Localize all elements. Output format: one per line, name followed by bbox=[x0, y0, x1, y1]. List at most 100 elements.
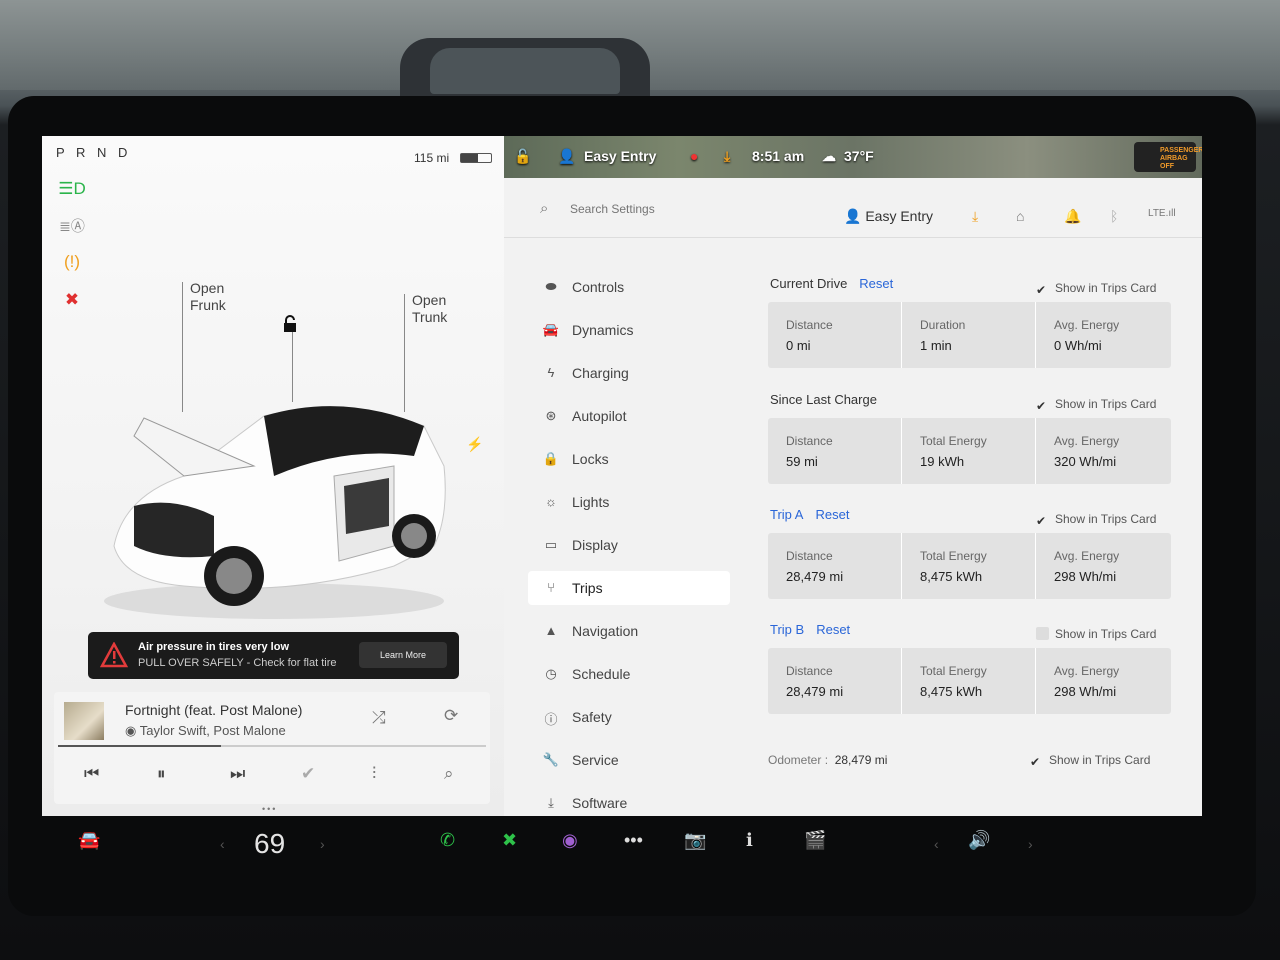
sidebar-item-schedule[interactable]: ◷ Schedule bbox=[528, 657, 730, 691]
display-icon: ▭ bbox=[544, 537, 558, 552]
sidebar-item-charging[interactable]: ϟ Charging bbox=[528, 356, 730, 390]
lte-signal-icon[interactable]: LTE.ıll bbox=[1148, 208, 1176, 219]
sidebar-item-software[interactable]: ⤓ Software bbox=[528, 786, 730, 816]
since-last-charge-show-in-trips-card[interactable]: ✔ Show in Trips Card bbox=[1036, 397, 1156, 413]
album-art[interactable] bbox=[64, 702, 104, 740]
homelink-icon[interactable]: ⌂ bbox=[1016, 208, 1024, 224]
stat-cell: Avg. Energy 320 Wh/mi bbox=[1036, 418, 1170, 484]
odometer-show-in-trips-card[interactable]: ✔ Show in Trips Card bbox=[1030, 753, 1150, 769]
repeat-icon[interactable]: ⟳ bbox=[444, 706, 458, 726]
toggle-icon: ⬬ bbox=[545, 279, 557, 294]
open-trunk-callout[interactable]: Open Trunk bbox=[412, 292, 447, 326]
vehicle-render bbox=[104, 406, 446, 619]
learn-more-button[interactable]: Learn More bbox=[359, 642, 447, 668]
manual-icon[interactable]: ℹ bbox=[746, 830, 753, 851]
charge-port-icon[interactable]: ⚡ bbox=[466, 436, 483, 453]
car-icon: 🚘 bbox=[542, 322, 560, 337]
update-download-icon[interactable]: ⤓ bbox=[724, 148, 730, 165]
current-drive-header: Current Drive Reset bbox=[770, 276, 893, 291]
equalizer-icon[interactable]: ⫶ bbox=[372, 764, 376, 784]
song-title: Fortnight (feat. Post Malone) bbox=[125, 702, 303, 718]
current-drive-show-in-trips-card[interactable]: ✔ Show in Trips Card bbox=[1036, 281, 1156, 297]
stat-value: 28,479 mi bbox=[786, 684, 844, 699]
stat-label: Distance bbox=[786, 549, 833, 563]
status-bar: 🔓 👤 Easy Entry ● ⤓ 8:51 am ☁ 37°F PASSEN… bbox=[504, 136, 1202, 178]
trip-b-reset-button[interactable]: Reset bbox=[816, 622, 850, 637]
app-launcher-icon[interactable]: ✖ bbox=[502, 830, 517, 851]
trip-a-show-in-trips-card[interactable]: ✔ Show in Trips Card bbox=[1036, 512, 1156, 528]
more-apps-icon[interactable]: ••• bbox=[624, 830, 643, 851]
previous-track-icon[interactable]: ⏮ bbox=[84, 764, 99, 784]
shuffle-icon[interactable]: ⤮ bbox=[372, 708, 386, 728]
since-last-charge-card: Distance 59 mi Total Energy 19 kWh Avg. Ener… bbox=[768, 418, 1171, 484]
trip-b-card: Distance 28,479 mi Total Energy 8,475 kWh Av… bbox=[768, 648, 1171, 714]
weather-icon: ☁ bbox=[822, 148, 836, 164]
volume-down-chevron-icon[interactable]: ‹ bbox=[934, 836, 939, 852]
sidebar-item-locks[interactable]: 🔒 Locks bbox=[528, 442, 730, 476]
stat-cell: Distance 28,479 mi bbox=[768, 533, 902, 599]
stat-value: 19 kWh bbox=[920, 454, 965, 469]
sidebar-item-label: Locks bbox=[572, 451, 609, 467]
sidebar-item-safety[interactable]: ⓘ Safety bbox=[528, 700, 730, 734]
current-drive-card: Distance 0 mi Duration 1 min Avg. Energy 0 Wh… bbox=[768, 302, 1171, 368]
camera-app-icon[interactable]: ◉ bbox=[562, 830, 578, 851]
sidebar-item-display[interactable]: ▭ Display bbox=[528, 528, 730, 562]
pause-icon[interactable]: ⏸ bbox=[157, 764, 166, 784]
favorite-check-icon[interactable]: ✔ bbox=[301, 764, 315, 784]
stat-label: Total Energy bbox=[920, 664, 987, 678]
notification-bell-icon[interactable]: 🔔 bbox=[1064, 208, 1081, 225]
next-track-icon[interactable]: ⏭ bbox=[230, 764, 245, 784]
stat-value: 59 mi bbox=[786, 454, 818, 469]
status-time: 8:51 am bbox=[752, 148, 805, 164]
phone-icon[interactable]: ✆ bbox=[440, 830, 455, 851]
stat-cell: Total Energy 8,475 kWh bbox=[902, 533, 1036, 599]
trip-a-reset-button[interactable]: Reset bbox=[815, 507, 849, 522]
stat-value: 28,479 mi bbox=[786, 569, 844, 584]
sidebar-item-navigation[interactable]: ▲ Navigation bbox=[528, 614, 730, 648]
car-icon[interactable]: 🚘 bbox=[78, 830, 100, 851]
volume-icon[interactable]: 🔊 bbox=[968, 830, 990, 851]
wrench-icon: 🔧 bbox=[542, 752, 560, 767]
search-icon: ⌕ bbox=[540, 200, 549, 217]
sidebar-item-label: Charging bbox=[572, 365, 629, 381]
lock-status-icon[interactable]: 🔓 bbox=[514, 148, 531, 165]
sidebar-item-trips[interactable]: ⑂ Trips bbox=[528, 571, 730, 605]
sidebar-item-dynamics[interactable]: 🚘 Dynamics bbox=[528, 313, 730, 347]
sidebar-item-service[interactable]: 🔧 Service bbox=[528, 743, 730, 777]
trip-b-show-in-trips-card[interactable]: Show in Trips Card bbox=[1036, 627, 1156, 641]
temp-up-chevron-icon[interactable]: › bbox=[320, 836, 325, 852]
search-media-icon[interactable]: ⌕ bbox=[444, 764, 454, 784]
sidebar-item-autopilot[interactable]: ⊛ Autopilot bbox=[528, 399, 730, 433]
status-profile-name[interactable]: Easy Entry bbox=[584, 148, 656, 164]
volume-up-chevron-icon[interactable]: › bbox=[1028, 836, 1033, 852]
open-frunk-callout[interactable]: Open Frunk bbox=[190, 280, 226, 314]
sidebar-item-label: Schedule bbox=[572, 666, 631, 682]
checkbox-icon: ✔ bbox=[1036, 399, 1047, 413]
sidebar-item-lights[interactable]: ☼ Lights bbox=[528, 485, 730, 519]
lock-callout-line bbox=[292, 332, 293, 402]
sidebar-item-controls[interactable]: ⬬ Controls bbox=[528, 270, 730, 304]
since-last-charge-header: Since Last Charge bbox=[770, 392, 877, 407]
warning-triangle-icon bbox=[100, 642, 128, 668]
seatbelt-warning-icon: ✖ bbox=[64, 290, 80, 309]
download-icon[interactable]: ⤓ bbox=[972, 208, 978, 225]
theater-icon[interactable]: 🎬 bbox=[804, 830, 826, 851]
lock-icon: 🔒 bbox=[542, 451, 560, 466]
sidebar-item-label: Service bbox=[572, 752, 619, 768]
stat-value: 298 Wh/mi bbox=[1054, 684, 1117, 699]
dashcam-record-icon[interactable]: ● bbox=[690, 148, 698, 164]
odometer-label: Odometer : bbox=[768, 753, 829, 767]
cabin-temperature[interactable]: 69 bbox=[254, 828, 285, 860]
bluetooth-icon[interactable]: ᛒ bbox=[1110, 208, 1118, 224]
dashcam-icon[interactable]: 📷 bbox=[684, 830, 706, 851]
profile-selector[interactable]: 👤 Easy Entry bbox=[844, 208, 933, 225]
current-drive-reset-button[interactable]: Reset bbox=[859, 276, 893, 291]
temp-down-chevron-icon[interactable]: ‹ bbox=[220, 836, 225, 852]
playback-progress-bar[interactable] bbox=[58, 745, 486, 747]
artist-label: Taylor Swift, Post Malone bbox=[139, 723, 286, 738]
trip-b-title: Trip B bbox=[770, 622, 805, 637]
search-settings-input[interactable] bbox=[570, 202, 770, 216]
show-label: Show in Trips Card bbox=[1055, 281, 1157, 295]
stat-value: 8,475 kWh bbox=[920, 684, 983, 699]
unlock-icon[interactable] bbox=[280, 314, 300, 334]
